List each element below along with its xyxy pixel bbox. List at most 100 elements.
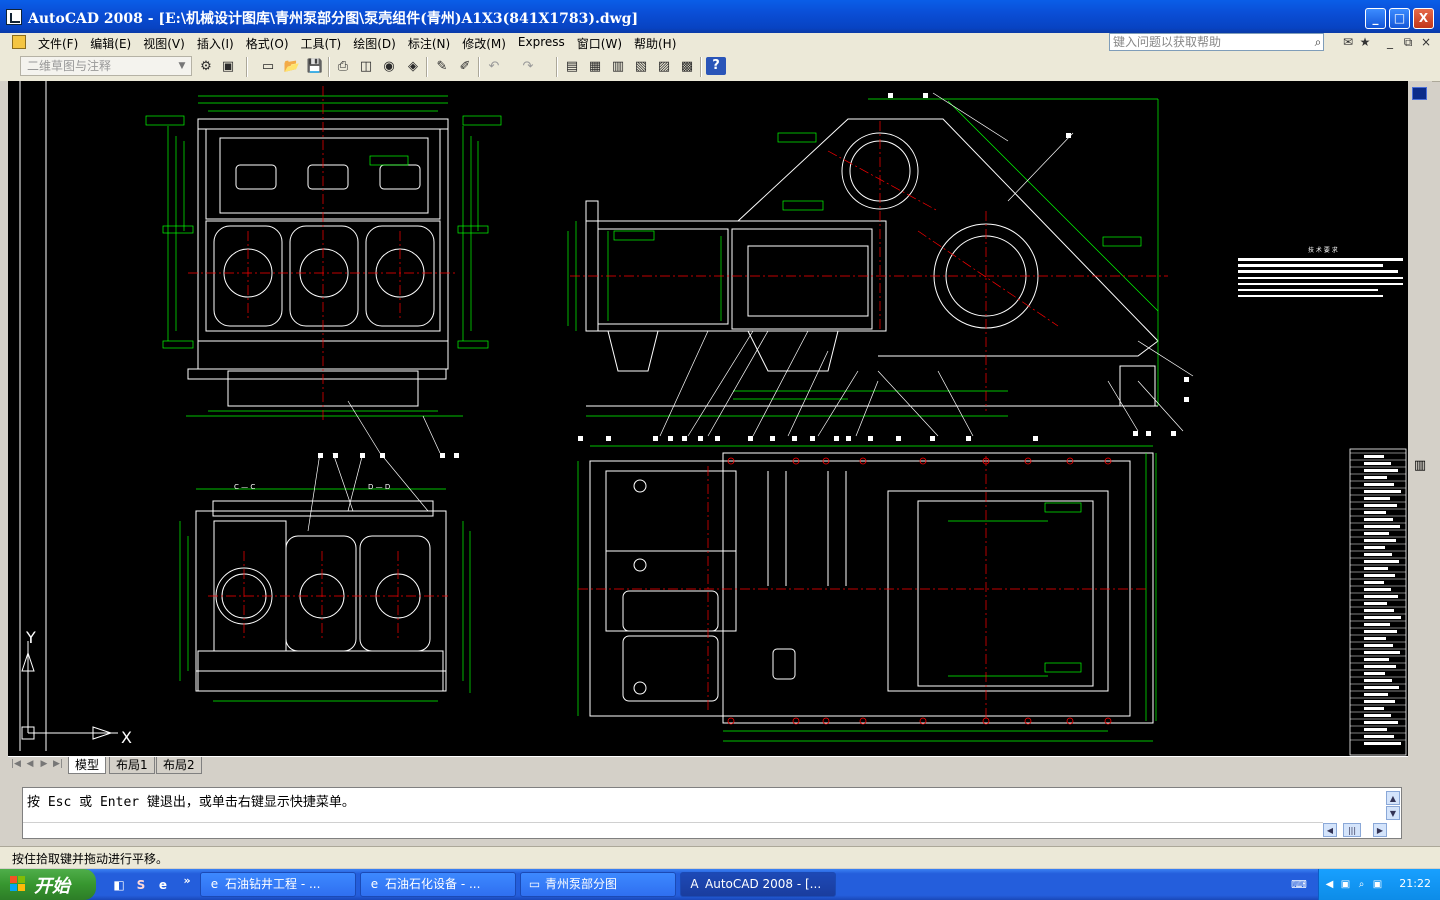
tab-prev-icon[interactable]: ◀ — [24, 758, 36, 771]
network2-icon[interactable]: ▣ — [1371, 878, 1384, 891]
menu-express[interactable]: Express — [512, 35, 571, 52]
menu-draw[interactable]: 绘图(D) — [347, 35, 402, 52]
tab-first-icon[interactable]: |◀ — [10, 758, 22, 771]
menu-help[interactable]: 帮助(H) — [628, 35, 682, 52]
scroll-down-icon[interactable]: ▼ — [1386, 806, 1400, 820]
menu-view[interactable]: 视图(V) — [137, 35, 191, 52]
menu-modify[interactable]: 修改(M) — [456, 35, 512, 52]
maximize-button[interactable]: □ — [1389, 8, 1410, 29]
workspace-settings-icon[interactable]: ⚙ — [196, 57, 216, 77]
parts-list-cell — [1364, 532, 1389, 535]
command-line[interactable]: 按 Esc 或 Enter 键退出，或单击右键显示快捷菜单。 ▲ ▼ ◀ |||… — [22, 787, 1402, 839]
parts-list-cell — [1364, 553, 1392, 556]
calculator-icon[interactable]: ▩ — [677, 57, 697, 77]
brush-icon[interactable]: ✎ — [432, 57, 452, 77]
plot-3d-icon[interactable]: ◈ — [403, 57, 423, 77]
workspace-select[interactable]: 二维草图与注释 ▼ — [20, 56, 192, 76]
scroll-up-icon[interactable]: ▲ — [1386, 791, 1400, 805]
tab-layout1[interactable]: 布局1 — [109, 757, 155, 774]
title-bar[interactable]: AutoCAD 2008 - [E:\机械设计图库\青州泵部分图\泵壳组件(青州… — [0, 0, 1440, 33]
menu-dimension[interactable]: 标注(N) — [402, 35, 456, 52]
menu-format[interactable]: 格式(O) — [240, 35, 295, 52]
print-icon[interactable]: ⎙ — [333, 57, 353, 77]
quicklaunch-sw-icon[interactable]: S — [132, 876, 150, 894]
scroll-right-icon[interactable]: ▶ — [1373, 823, 1387, 837]
balloon-marker — [682, 436, 687, 441]
tab-model[interactable]: 模型 — [68, 757, 107, 774]
parts-list-cell — [1364, 511, 1386, 514]
minimize-button[interactable]: _ — [1365, 8, 1386, 29]
viewcube-icon[interactable] — [1412, 87, 1427, 100]
start-button[interactable]: 开始 — [0, 869, 96, 900]
help-icon[interactable]: ? — [706, 57, 726, 75]
scroll-thumb[interactable]: ||| — [1343, 823, 1361, 837]
task-label-4: AutoCAD 2008 - [... — [705, 877, 822, 891]
quicklaunch-more-icon[interactable]: » — [178, 872, 196, 890]
document-icon[interactable] — [12, 35, 26, 49]
parts-list-cell — [1364, 462, 1391, 465]
tab-next-icon[interactable]: ▶ — [38, 758, 50, 771]
tab-last-icon[interactable]: ▶| — [52, 758, 64, 771]
quicklaunch-ie-icon[interactable]: e — [154, 876, 172, 894]
publish-icon[interactable]: ◉ — [379, 57, 399, 77]
doc-minimize-button[interactable]: _ — [1382, 35, 1398, 49]
layers-icon[interactable]: ▤ — [562, 57, 582, 77]
task-button-3[interactable]: ▭ 青州泵部分图 — [520, 872, 676, 897]
search-icon[interactable]: ⌕ — [1310, 35, 1326, 49]
task-button-4[interactable]: A AutoCAD 2008 - [... — [680, 872, 836, 897]
menu-insert[interactable]: 插入(I) — [191, 35, 240, 52]
markup-icon[interactable]: ▨ — [654, 57, 674, 77]
balloon-markers — [318, 93, 1189, 458]
parts-list-cell — [1364, 483, 1394, 486]
balloon-marker — [715, 436, 720, 441]
doc-restore-button[interactable]: ⧉ — [1400, 35, 1416, 49]
task-button-2[interactable]: e 石油石化设备 - ... — [360, 872, 516, 897]
new-icon[interactable]: ▭ — [258, 57, 278, 77]
undo-icon[interactable]: ↶ — [484, 57, 504, 77]
parts-list-cell — [1364, 658, 1389, 661]
network-icon[interactable]: ▣ — [1339, 878, 1352, 891]
parts-list-cell — [1364, 623, 1390, 626]
design-center-icon[interactable]: ▥ — [608, 57, 628, 77]
task-button-1[interactable]: e 石油钻井工程 - ... — [200, 872, 356, 897]
communication-center-icon[interactable]: ✉ — [1340, 35, 1356, 49]
quicklaunch-desktop-icon[interactable]: ◧ — [110, 876, 128, 894]
balloon-marker — [333, 453, 338, 458]
balloon-marker — [846, 436, 851, 441]
keyboard-icon[interactable]: ⌨ — [1290, 876, 1308, 894]
redo-icon[interactable]: ↷ — [518, 57, 538, 77]
parts-list-cell — [1364, 651, 1400, 654]
menu-file[interactable]: 文件(F) — [32, 35, 84, 52]
menu-window[interactable]: 窗口(W) — [571, 35, 628, 52]
match-properties-icon[interactable]: ✐ — [455, 57, 475, 77]
close-button[interactable]: X — [1413, 8, 1434, 29]
parts-list-cell — [1364, 588, 1391, 591]
tab-layout2[interactable]: 布局2 — [156, 757, 202, 774]
print-preview-icon[interactable]: ◫ — [356, 57, 376, 77]
start-label: 开始 — [34, 876, 70, 897]
section-view-bottomleft-centerlines — [208, 551, 448, 641]
scroll-left-icon[interactable]: ◀ — [1323, 823, 1337, 837]
help-search-input[interactable]: 键入问题以获取帮助 — [1109, 33, 1324, 51]
balloon-marker — [578, 436, 583, 441]
cad-drawing[interactable]: 技 术 要 求 C — C D — D Y X — [8, 81, 1408, 756]
search-tray-icon[interactable]: ⌕ — [1355, 878, 1368, 891]
properties-icon[interactable]: ▦ — [585, 57, 605, 77]
doc-close-button[interactable]: × — [1418, 35, 1434, 49]
parts-list-cell — [1364, 707, 1384, 710]
vertical-scrollbar[interactable]: ▥ — [1408, 81, 1432, 756]
menu-edit[interactable]: 编辑(E) — [84, 35, 137, 52]
save-icon[interactable]: 💾 — [305, 57, 325, 77]
sheet-set-icon[interactable]: ▧ — [631, 57, 651, 77]
autocad-app-icon[interactable] — [6, 9, 22, 25]
open-icon[interactable]: 📂 — [282, 57, 302, 77]
chevron-down-icon[interactable]: ▼ — [175, 59, 189, 73]
parts-list-cell — [1364, 665, 1396, 668]
favorites-star-icon[interactable]: ★ — [1357, 35, 1373, 49]
tray-expand-icon[interactable]: ◀ — [1323, 878, 1336, 891]
menu-bar: 文件(F) 编辑(E) 视图(V) 插入(I) 格式(O) 工具(T) 绘图(D… — [0, 33, 1440, 53]
menu-tools[interactable]: 工具(T) — [295, 35, 348, 52]
drawing-canvas[interactable]: 技 术 要 求 C — C D — D Y X — [8, 81, 1408, 756]
window-title: AutoCAD 2008 - [E:\机械设计图库\青州泵部分图\泵壳组件(青州… — [28, 11, 639, 27]
toolpalette-icon[interactable]: ▣ — [218, 57, 238, 77]
